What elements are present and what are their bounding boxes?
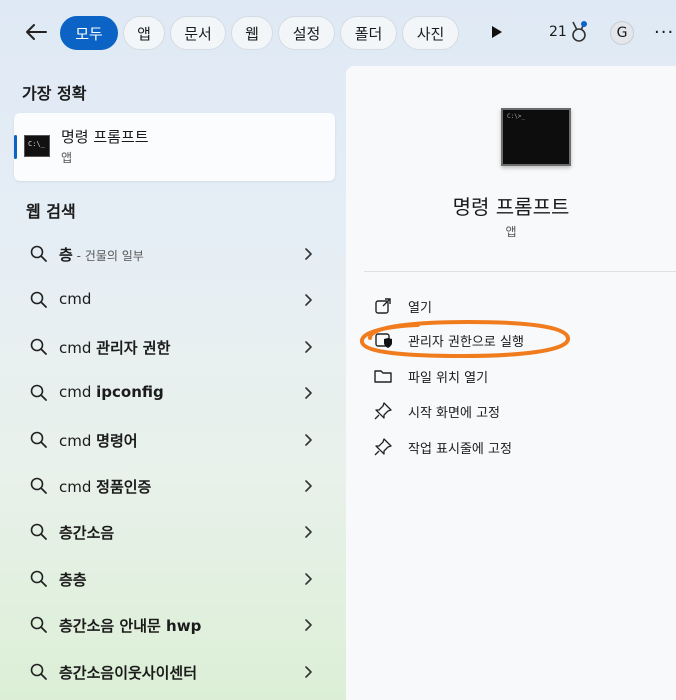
- chevron-right-icon: [305, 433, 312, 446]
- tab-all[interactable]: 모두: [60, 16, 118, 50]
- tab-settings[interactable]: 설정: [278, 16, 335, 50]
- web-search-item[interactable]: 층간소음이웃사이센터: [14, 652, 335, 692]
- divider: [364, 271, 676, 272]
- command-prompt-large-icon: C:\>_: [501, 108, 571, 166]
- search-icon: [30, 292, 47, 309]
- app-name: 명령 프롬프트: [452, 195, 570, 219]
- tab-folders[interactable]: 폴더: [340, 16, 397, 50]
- account-avatar[interactable]: G: [610, 21, 634, 45]
- chevron-right-icon: [305, 340, 312, 353]
- action-run-as-admin[interactable]: 관리자 권한으로 실행: [374, 328, 664, 352]
- selection-accent: [14, 135, 17, 159]
- search-icon: [30, 616, 47, 634]
- web-search-item[interactable]: cmd 관리자 권한: [14, 327, 335, 367]
- tab-photos[interactable]: 사진: [402, 16, 459, 50]
- web-search-item-label: 층층: [59, 570, 87, 589]
- back-arrow-icon: [26, 24, 47, 40]
- search-icon: [30, 384, 47, 402]
- pin-icon: [374, 438, 392, 456]
- search-icon: [30, 431, 47, 448]
- tab-documents[interactable]: 문서: [170, 16, 226, 50]
- web-search-item[interactable]: cmd 명령어: [14, 420, 335, 460]
- web-search-item[interactable]: cmd 정품인증: [14, 466, 335, 506]
- web-search-item[interactable]: 층 - 건물의 일부: [14, 234, 335, 274]
- chevron-right-icon: [305, 480, 312, 492]
- chevron-right-icon: [305, 572, 312, 585]
- web-search-item[interactable]: 층층: [14, 559, 335, 599]
- results-panel: 가장 정확 C:\_ 명령 프롬프트 앱 웹 검색 층 - 건물의 일부 cmd c…: [0, 66, 346, 700]
- chevron-right-icon: [305, 619, 312, 631]
- best-match-heading: 가장 정확: [22, 84, 87, 103]
- folder-icon: [374, 370, 392, 383]
- search-icon: [30, 570, 47, 587]
- search-icon: [30, 663, 47, 680]
- chevron-right-icon: [305, 665, 312, 678]
- web-search-item-label: 층간소음이웃사이센터: [59, 663, 198, 682]
- tab-web[interactable]: 웹: [231, 16, 273, 50]
- open-external-icon: [375, 298, 391, 314]
- search-icon: [30, 245, 47, 262]
- web-search-item-label: cmd ipconfig: [59, 383, 164, 402]
- best-match-type: 앱: [61, 151, 73, 165]
- action-open-file-location-label: 파일 위치 열기: [408, 371, 489, 386]
- best-match-name: 명령 프롬프트: [61, 128, 149, 146]
- web-search-item-label: 층간소음: [59, 524, 115, 543]
- chevron-right-icon: [305, 387, 312, 399]
- web-search-item-label: 층간소음 안내문 hwp: [59, 617, 202, 636]
- back-button[interactable]: [22, 18, 50, 46]
- action-pin-to-taskbar[interactable]: 작업 표시줄에 고정: [374, 435, 664, 459]
- search-icon: [30, 338, 47, 355]
- search-filter-bar: 모두 앱 문서 웹 설정 폴더 사진 21 G ···: [0, 0, 676, 66]
- chevron-right-icon: [305, 248, 312, 260]
- web-search-item-label: cmd 정품인증: [59, 478, 152, 496]
- web-search-item-label: cmd: [59, 290, 92, 309]
- chevron-right-icon: [305, 526, 312, 539]
- web-search-item-label: cmd 관리자 권한: [59, 338, 171, 357]
- action-run-as-admin-label: 관리자 권한으로 실행: [408, 335, 524, 350]
- web-search-item[interactable]: 층간소음 안내문 hwp: [14, 605, 335, 645]
- web-search-item-label: 층 - 건물의 일부: [59, 246, 144, 264]
- action-pin-to-start-label: 시작 화면에 고정: [408, 406, 500, 421]
- action-open-file-location[interactable]: 파일 위치 열기: [374, 364, 664, 388]
- rewards-points: 21: [549, 24, 567, 40]
- command-prompt-icon: C:\_: [24, 135, 50, 157]
- search-icon: [30, 477, 47, 494]
- pin-icon: [374, 402, 392, 420]
- app-type: 앱: [505, 225, 517, 239]
- action-pin-to-start[interactable]: 시작 화면에 고정: [374, 399, 664, 423]
- action-pin-to-taskbar-label: 작업 표시줄에 고정: [408, 442, 512, 457]
- shield-run-icon: [375, 333, 392, 348]
- action-open[interactable]: 열기: [374, 294, 664, 318]
- more-options-button[interactable]: ···: [654, 22, 674, 43]
- app-details-panel: C:\>_ 명령 프롬프트 앱 열기 관리자 권한으로 실행 파일 위치 열기 …: [346, 66, 676, 700]
- action-open-label: 열기: [408, 301, 432, 316]
- web-search-item[interactable]: 층간소음: [14, 512, 335, 552]
- web-search-item[interactable]: cmd: [14, 280, 335, 320]
- tab-apps[interactable]: 앱: [123, 16, 165, 50]
- search-icon: [30, 524, 47, 541]
- rewards-medal-icon[interactable]: [569, 20, 589, 44]
- web-search-heading: 웹 검색: [26, 202, 76, 221]
- best-match-item[interactable]: C:\_ 명령 프롬프트 앱: [14, 113, 335, 181]
- chevron-right-icon: [305, 294, 312, 307]
- web-search-item-label: cmd 명령어: [59, 431, 138, 450]
- play-icon[interactable]: [488, 24, 504, 40]
- web-search-item[interactable]: cmd ipconfig: [14, 373, 335, 413]
